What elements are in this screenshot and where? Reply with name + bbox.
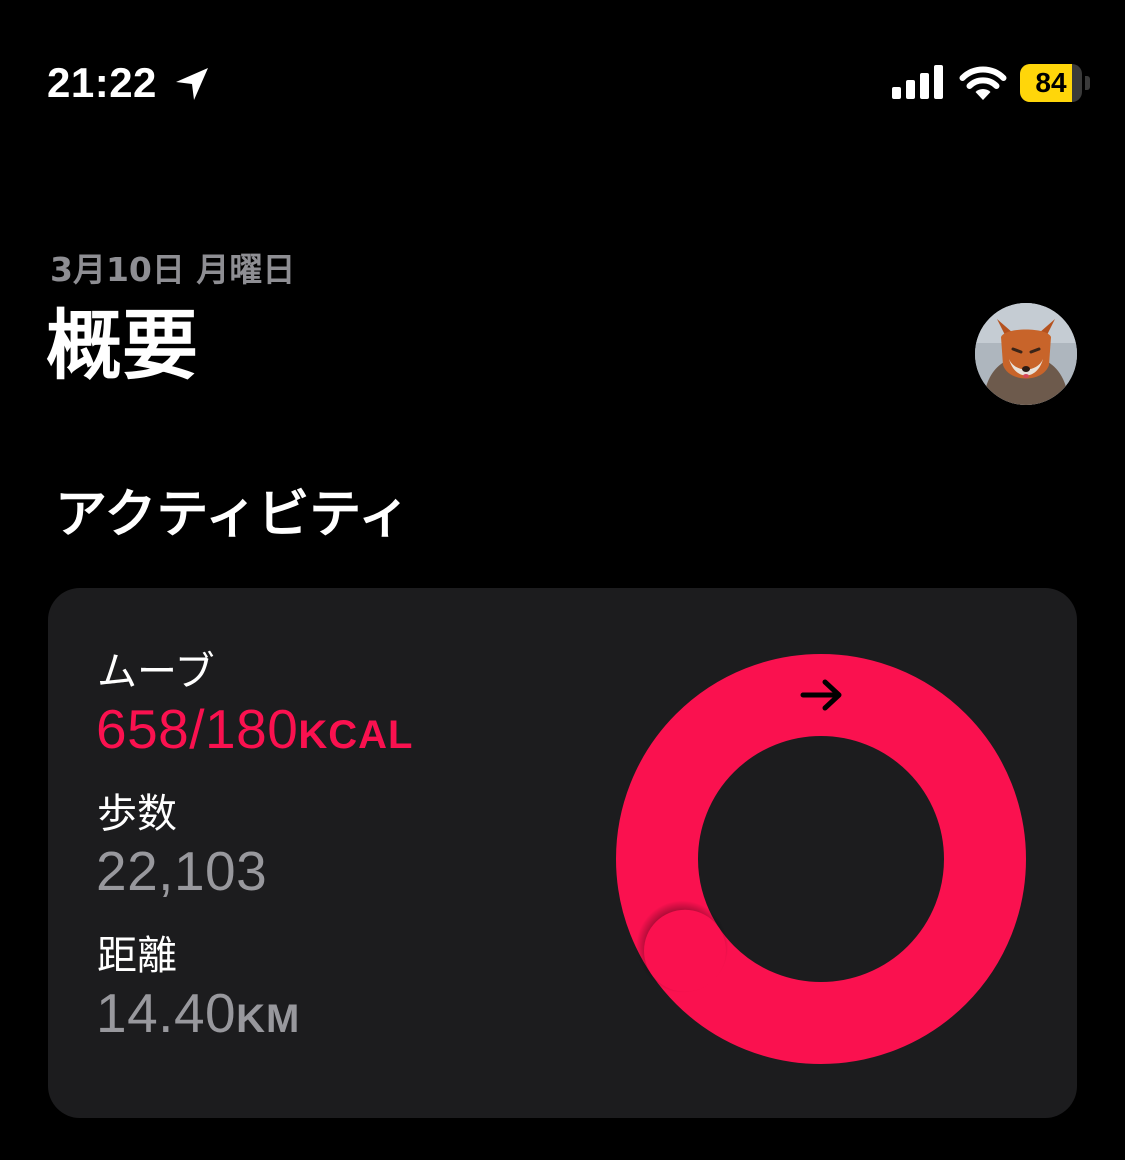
- header-date: 3月10日 月曜日: [50, 250, 296, 289]
- move-value: 658/180KCAL: [96, 698, 413, 766]
- activity-card[interactable]: ムーブ 658/180KCAL 歩数 22,103 距離 14.40KM: [48, 588, 1077, 1118]
- battery-level: 84: [1035, 67, 1067, 98]
- distance-value-unit: KM: [236, 997, 301, 1041]
- page-title: 概要: [46, 301, 198, 390]
- move-label: ムーブ: [97, 649, 215, 695]
- avatar[interactable]: [975, 303, 1077, 405]
- status-bar: 21:22 84: [0, 0, 1125, 165]
- battery-body: 84: [1020, 64, 1082, 102]
- move-value-unit: KCAL: [298, 713, 414, 757]
- wifi-icon: [959, 66, 1007, 100]
- section-title-activity: アクティビティ: [55, 485, 411, 545]
- move-ring: [616, 654, 1026, 1064]
- move-ring-cap: [644, 909, 726, 992]
- battery-icon: 84: [1020, 64, 1092, 102]
- distance-value-number: 14.40: [96, 982, 237, 1044]
- steps-value: 22,103: [96, 840, 268, 902]
- distance-value: 14.40KM: [96, 982, 300, 1050]
- battery-cap: [1085, 76, 1090, 90]
- distance-label: 距離: [97, 933, 177, 979]
- move-value-number: 658/180: [96, 698, 299, 760]
- steps-label: 歩数: [97, 791, 177, 837]
- fox-avatar-image: [975, 303, 1077, 405]
- status-time: 21:22: [47, 59, 157, 106]
- location-arrow-icon: [176, 68, 208, 100]
- cellular-signal-icon: [892, 65, 943, 99]
